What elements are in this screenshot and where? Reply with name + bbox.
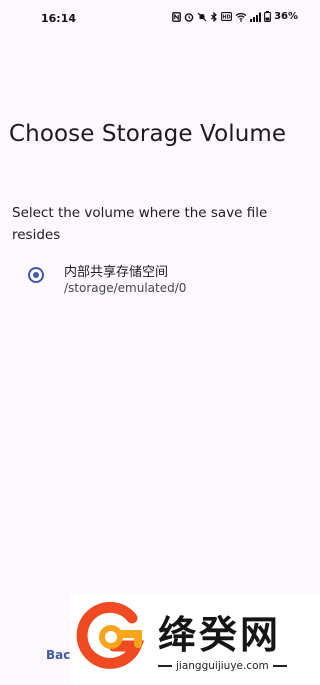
radio-button-selected-icon[interactable] bbox=[28, 267, 44, 283]
watermark-url: jiangguijiuye.com bbox=[176, 660, 269, 672]
mute-icon bbox=[197, 12, 207, 21]
watermark-line-left bbox=[158, 665, 172, 667]
signal-icon bbox=[250, 12, 262, 22]
volume-name: 内部共享存储空间 bbox=[64, 265, 169, 280]
svg-text:HD: HD bbox=[222, 15, 230, 21]
watermark: 绛癸网 jiangguijiuye.com bbox=[70, 594, 320, 685]
watermark-url-row: jiangguijiuye.com bbox=[158, 660, 287, 672]
volume-path: /storage/emulated/0 bbox=[64, 281, 187, 295]
battery-icon bbox=[264, 11, 272, 22]
status-time: 16:14 bbox=[41, 12, 77, 25]
status-bar: 16:14 HD 36% bbox=[0, 0, 320, 38]
status-icons: HD 36% bbox=[172, 11, 298, 22]
page-title: Choose Storage Volume bbox=[9, 121, 287, 147]
instruction-text: Select the volume where the save file re… bbox=[12, 205, 268, 243]
bluetooth-icon bbox=[211, 11, 217, 22]
battery-percentage: 36% bbox=[274, 11, 298, 22]
wifi-icon bbox=[235, 12, 247, 22]
watermark-line-right bbox=[272, 665, 287, 667]
hd-icon: HD bbox=[221, 12, 233, 21]
nfc-icon bbox=[172, 11, 181, 22]
alarm-icon bbox=[184, 12, 194, 22]
volume-option-internal[interactable]: 内部共享存储空间 /storage/emulated/0 bbox=[20, 258, 290, 302]
watermark-brand: 绛癸网 bbox=[158, 612, 282, 657]
watermark-logo-icon bbox=[76, 601, 145, 669]
